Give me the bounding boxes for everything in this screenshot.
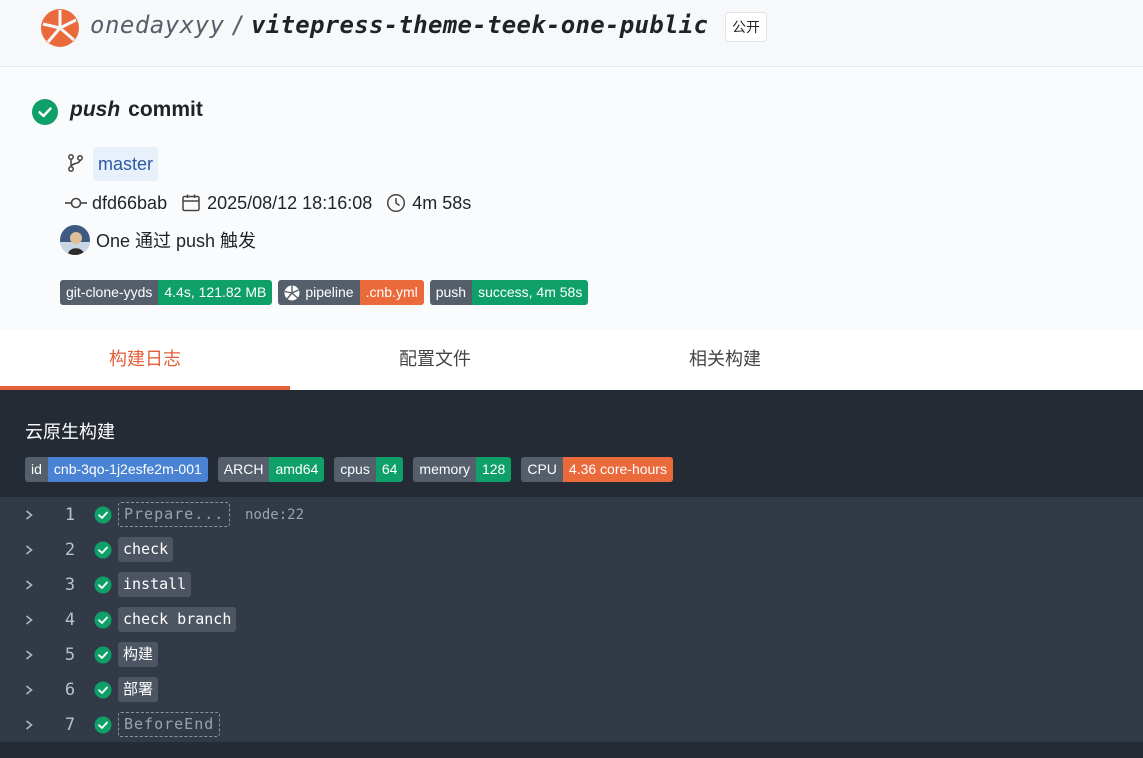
commit-title-text: commit <box>128 98 203 121</box>
badge-label: CPU <box>521 457 563 482</box>
cnb-logo-icon[interactable] <box>40 8 80 48</box>
clock-icon <box>387 193 406 213</box>
commit-title: push commit <box>70 98 203 122</box>
step-number: 2 <box>64 539 76 560</box>
check-circle-icon <box>94 681 112 698</box>
build-badges: id cnb-3qo-1j2esfe2m-001 ARCH amd64 cpus… <box>25 457 683 482</box>
step-row[interactable]: 5 构建 <box>0 637 1143 672</box>
step-name: check <box>118 537 174 562</box>
step-number: 1 <box>64 504 76 525</box>
badge-value: 128 <box>475 457 512 482</box>
badge-label: pipeline <box>305 284 354 300</box>
badge-label-with-icon: pipeline <box>278 280 360 305</box>
check-circle-icon <box>94 611 112 628</box>
tab-config-file[interactable]: 配置文件 <box>290 330 580 390</box>
chevron-right-icon[interactable] <box>22 613 36 627</box>
build-badge-memory: memory 128 <box>413 457 512 482</box>
cnb-logo-icon <box>284 285 300 300</box>
step-name: 构建 <box>118 642 159 667</box>
badge-label: git-clone-yyds <box>60 280 159 305</box>
commit-meta: dfd66bab 2025/08/12 18:16:08 4m 58s <box>64 191 471 215</box>
badge-value: amd64 <box>269 457 325 482</box>
status-badge-pipeline[interactable]: pipeline .cnb.yml <box>278 280 424 305</box>
step-row[interactable]: 4 check branch <box>0 602 1143 637</box>
git-commit-icon <box>65 197 87 209</box>
badge-label: ARCH <box>217 457 270 482</box>
badge-value: cnb-3qo-1j2esfe2m-001 <box>47 457 208 482</box>
step-name: BeforeEnd <box>118 712 221 737</box>
breadcrumb-repo-link[interactable]: vitepress-theme-teek-one-public <box>251 11 708 39</box>
badge-value: 64 <box>375 457 404 482</box>
step-row[interactable]: 2 check <box>0 532 1143 567</box>
repo-header: onedayxyy / vitepress-theme-teek-one-pub… <box>0 0 1143 67</box>
breadcrumb: onedayxyy / vitepress-theme-teek-one-pub… <box>90 11 708 39</box>
build-badge-cpus: cpus 64 <box>334 457 404 482</box>
status-badges: git-clone-yyds 4.4s, 121.82 MB pipeline … <box>60 280 594 305</box>
build-badge-cpu-hours: CPU 4.36 core-hours <box>521 457 673 482</box>
check-circle-icon <box>94 506 112 523</box>
check-circle-icon <box>94 576 112 593</box>
check-circle-icon <box>94 716 112 733</box>
status-badge-push[interactable]: push success, 4m 58s <box>429 280 589 305</box>
status-badge-git-clone[interactable]: git-clone-yyds 4.4s, 121.82 MB <box>60 280 273 305</box>
commit-event: push <box>70 98 121 121</box>
check-circle-icon <box>32 99 58 125</box>
avatar[interactable] <box>60 225 90 255</box>
tab-related-builds[interactable]: 相关构建 <box>580 330 870 390</box>
badge-value: .cnb.yml <box>359 280 424 305</box>
step-row[interactable]: 1 Prepare... node:22 <box>0 497 1143 532</box>
git-branch-icon <box>68 154 83 172</box>
chevron-right-icon[interactable] <box>22 508 36 522</box>
badge-value: success, 4m 58s <box>472 280 589 305</box>
step-number: 5 <box>64 644 76 665</box>
commit-sha-link[interactable]: dfd66bab <box>92 193 167 214</box>
step-name: 部署 <box>118 677 159 702</box>
badge-label: memory <box>413 457 476 482</box>
step-image: node:22 <box>245 506 305 523</box>
tab-bar: 构建日志 配置文件 相关构建 <box>0 330 1143 390</box>
commit-datetime: 2025/08/12 18:16:08 <box>207 192 373 213</box>
chevron-right-icon[interactable] <box>22 578 36 592</box>
check-circle-icon <box>94 541 112 558</box>
badge-value: 4.4s, 121.82 MB <box>158 280 273 305</box>
step-number: 6 <box>64 679 76 700</box>
visibility-badge: 公开 <box>725 12 767 42</box>
badge-value: 4.36 core-hours <box>562 457 673 482</box>
breadcrumb-separator: / <box>230 11 245 39</box>
chevron-right-icon[interactable] <box>22 683 36 697</box>
breadcrumb-owner-link[interactable]: onedayxyy <box>90 11 225 39</box>
step-row[interactable]: 7 BeforeEnd <box>0 707 1143 742</box>
chevron-right-icon[interactable] <box>22 543 36 557</box>
calendar-icon <box>182 194 200 212</box>
build-log-panel: 云原生构建 id cnb-3qo-1j2esfe2m-001 ARCH amd6… <box>0 390 1143 758</box>
trigger-text: One 通过 push 触发 <box>96 231 257 251</box>
trigger-info: One 通过 push 触发 <box>60 225 256 255</box>
badge-label: push <box>429 280 473 305</box>
step-name: Prepare... <box>118 502 231 527</box>
step-name: install <box>118 572 192 597</box>
step-list: 1 Prepare... node:22 2 check 3 install 4… <box>0 497 1143 742</box>
tab-build-log[interactable]: 构建日志 <box>0 330 290 390</box>
branch-link[interactable]: master <box>93 147 159 181</box>
badge-label: id <box>25 457 48 482</box>
step-number: 7 <box>64 714 76 735</box>
step-row[interactable]: 3 install <box>0 567 1143 602</box>
build-badge-arch: ARCH amd64 <box>217 457 325 482</box>
step-number: 3 <box>64 574 76 595</box>
step-row[interactable]: 6 部署 <box>0 672 1143 707</box>
step-name: check branch <box>118 607 237 632</box>
commit-summary: push commit master dfd66bab 2025/08/12 18… <box>0 67 1143 330</box>
build-title: 云原生构建 <box>25 422 115 442</box>
build-duration: 4m 58s <box>412 192 472 213</box>
check-circle-icon <box>94 646 112 663</box>
build-badge-id: id cnb-3qo-1j2esfe2m-001 <box>25 457 208 482</box>
chevron-right-icon[interactable] <box>22 648 36 662</box>
step-number: 4 <box>64 609 76 630</box>
badge-label: cpus <box>334 457 376 482</box>
chevron-right-icon[interactable] <box>22 718 36 732</box>
